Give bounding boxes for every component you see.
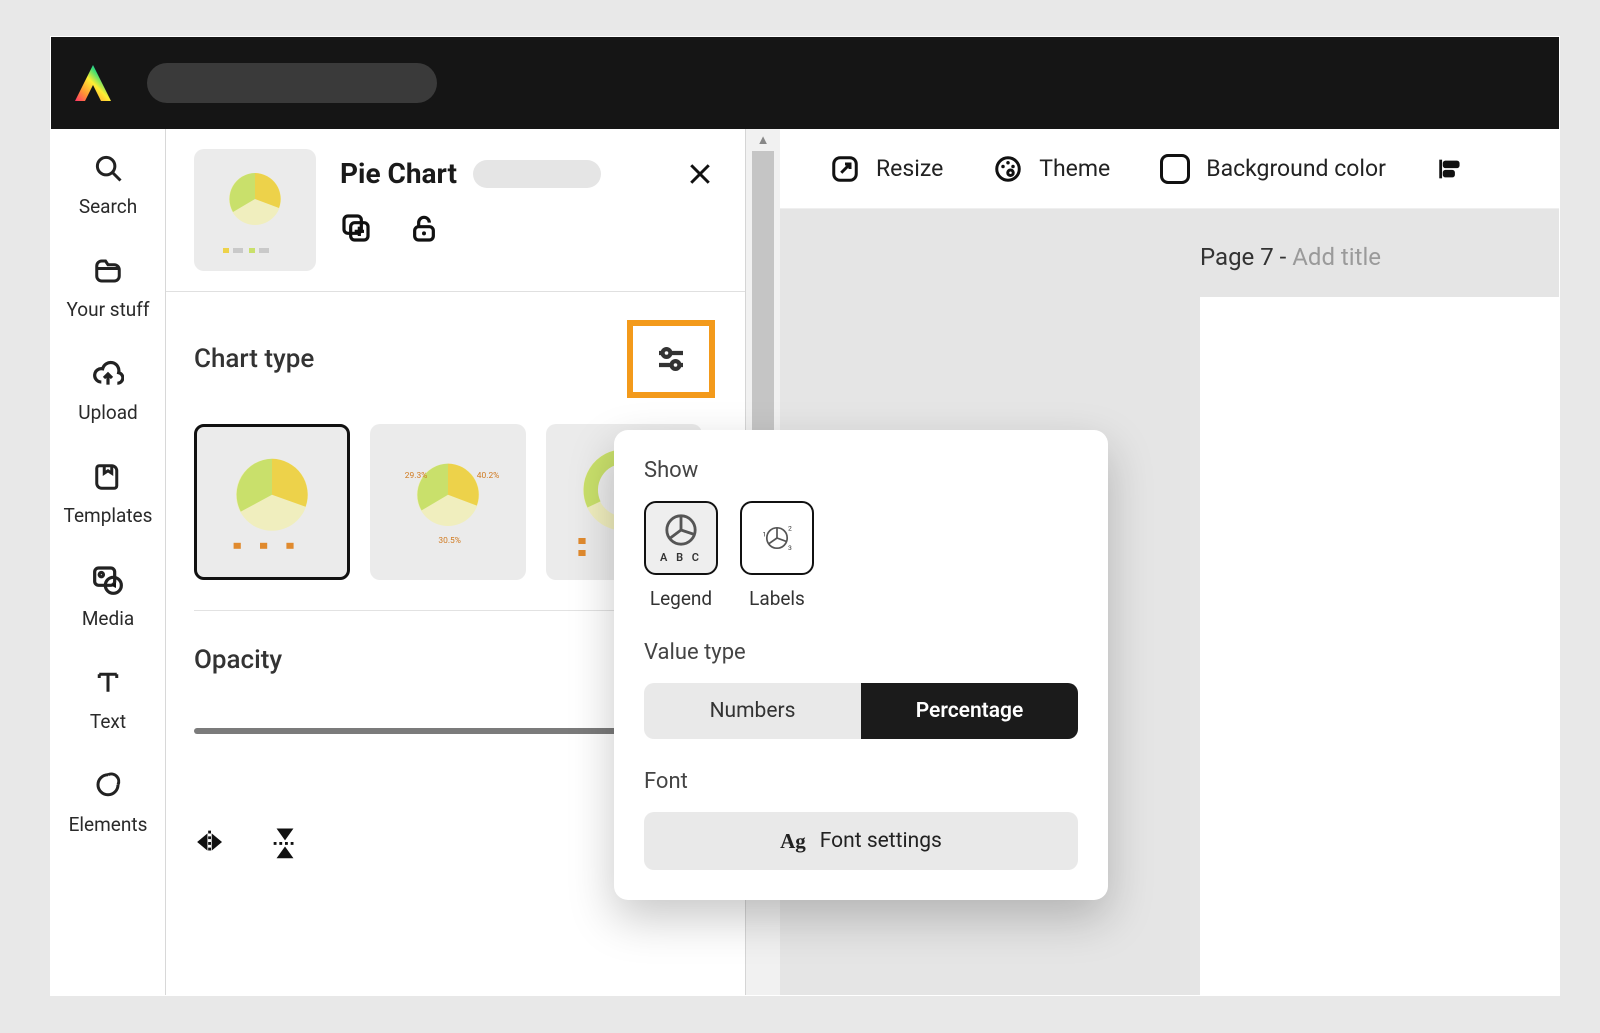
resize-button[interactable]: Resize — [830, 154, 943, 184]
page-title-placeholder: Add title — [1292, 243, 1381, 271]
rail-item-elements[interactable]: Elements — [51, 769, 165, 836]
legend-box-icon: A B C — [644, 501, 718, 575]
rail-label: Text — [90, 710, 126, 733]
font-section-title: Font — [644, 769, 1078, 794]
folder-icon — [91, 254, 125, 288]
chart-settings-popover: Show A B C Legend 1 2 3 Labels Value typ… — [614, 430, 1108, 900]
font-glyph-icon: Ag — [780, 829, 806, 854]
left-rail: Search Your stuff Upload Templates — [51, 129, 166, 995]
legend-option-label: Legend — [650, 587, 712, 610]
value-type-numbers[interactable]: Numbers — [644, 683, 861, 739]
page-label[interactable]: Page 7 - Add title — [780, 243, 1559, 271]
elements-icon — [91, 769, 125, 803]
app-logo-icon — [69, 59, 117, 107]
rail-label: Your stuff — [67, 298, 150, 321]
color-swatch-icon — [1160, 154, 1190, 184]
show-section-title: Show — [644, 458, 1078, 483]
theme-button[interactable]: Theme — [993, 154, 1110, 184]
chart-type-pie-labels[interactable]: 29.3% 40.2% 30.5% — [370, 424, 526, 580]
chart-type-pie-legend[interactable] — [194, 424, 350, 580]
rail-item-templates[interactable]: Templates — [51, 460, 165, 527]
value-type-percentage[interactable]: Percentage — [861, 683, 1078, 739]
text-icon — [91, 666, 125, 700]
background-color-label: Background color — [1206, 155, 1386, 182]
rail-item-upload[interactable]: Upload — [51, 357, 165, 424]
scroll-thumb[interactable] — [752, 151, 774, 436]
rail-label: Elements — [69, 813, 148, 836]
svg-text:1: 1 — [763, 530, 767, 538]
font-settings-label: Font settings — [820, 829, 942, 853]
scroll-up-arrow-icon[interactable]: ▲ — [746, 129, 780, 151]
rail-item-your-stuff[interactable]: Your stuff — [51, 254, 165, 321]
flip-vertical-icon[interactable] — [268, 825, 302, 863]
show-option-labels[interactable]: 1 2 3 Labels — [740, 501, 814, 610]
labels-box-icon: 1 2 3 — [740, 501, 814, 575]
value-type-title: Value type — [644, 640, 1078, 665]
rail-item-search[interactable]: Search — [51, 151, 165, 218]
svg-text:40.2%: 40.2% — [477, 471, 500, 481]
background-color-button[interactable]: Background color — [1160, 154, 1386, 184]
resize-label: Resize — [876, 155, 943, 182]
rail-label: Templates — [64, 504, 153, 527]
align-button[interactable] — [1436, 155, 1464, 183]
close-panel-button[interactable] — [685, 159, 715, 193]
rail-label: Upload — [78, 401, 138, 424]
unlock-icon[interactable] — [408, 212, 440, 248]
search-icon — [91, 151, 125, 185]
panel-title: Pie Chart — [340, 157, 457, 190]
header-search-placeholder[interactable] — [147, 63, 437, 103]
svg-text:30.5%: 30.5% — [438, 536, 461, 546]
canvas-toolbar: Resize Theme Background color — [780, 129, 1559, 209]
duplicate-icon[interactable] — [340, 212, 372, 248]
labels-option-label: Labels — [749, 587, 805, 610]
panel-title-extra — [473, 160, 601, 188]
selected-element-thumbnail — [194, 149, 316, 271]
theme-label: Theme — [1039, 155, 1110, 182]
page-number: Page 7 - — [1200, 243, 1292, 271]
chart-settings-button[interactable] — [627, 320, 715, 398]
page-canvas[interactable] — [1200, 297, 1559, 995]
rail-item-media[interactable]: Media — [51, 563, 165, 630]
upload-cloud-icon — [91, 357, 125, 391]
rail-item-text[interactable]: Text — [51, 666, 165, 733]
panel-header: Pie Chart — [166, 129, 745, 292]
svg-text:3: 3 — [788, 544, 792, 552]
app-header — [51, 37, 1559, 129]
show-option-legend[interactable]: A B C Legend — [644, 501, 718, 610]
opacity-label: Opacity — [194, 645, 282, 675]
value-type-segmented: Numbers Percentage — [644, 683, 1078, 739]
flip-horizontal-icon[interactable] — [194, 825, 228, 863]
rail-label: Media — [82, 607, 134, 630]
svg-text:29.3%: 29.3% — [405, 471, 428, 481]
templates-icon — [91, 460, 125, 494]
media-icon — [91, 563, 125, 597]
font-settings-button[interactable]: Ag Font settings — [644, 812, 1078, 870]
rail-label: Search — [79, 195, 137, 218]
opacity-slider[interactable] — [194, 716, 653, 744]
svg-text:2: 2 — [788, 524, 792, 532]
chart-type-label: Chart type — [194, 344, 314, 374]
